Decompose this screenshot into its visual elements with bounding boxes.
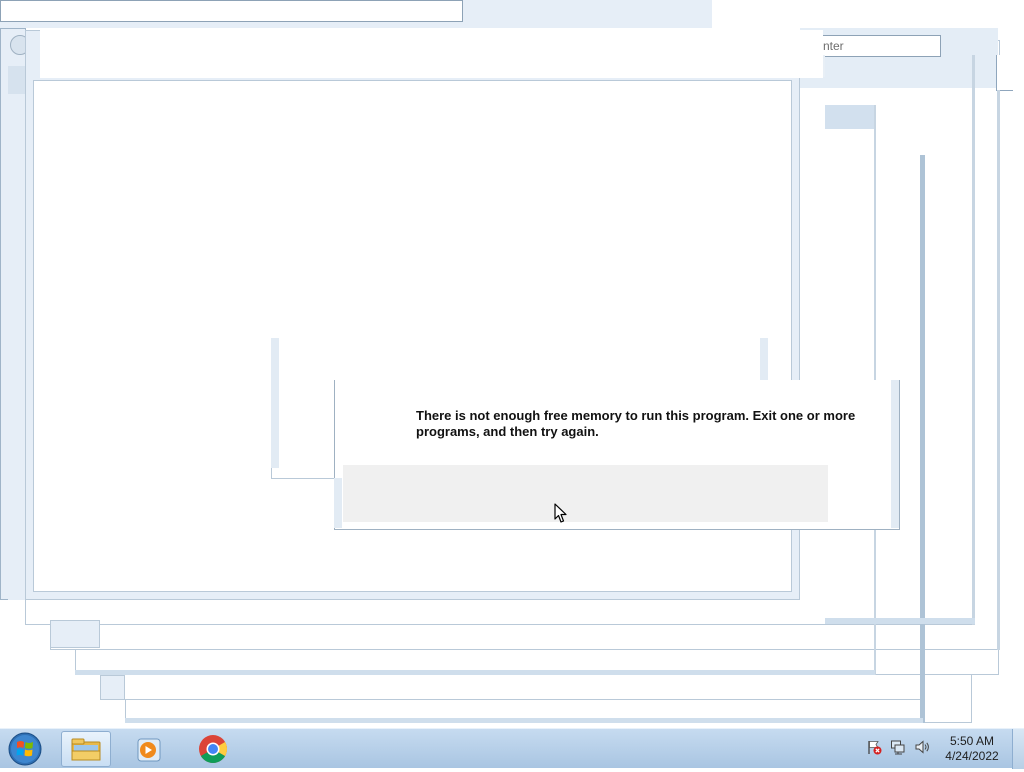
window-outer-left: [0, 28, 26, 600]
mouse-cursor-icon: [554, 503, 567, 523]
window-edge-bottom-1: [125, 718, 923, 723]
inner-pane-edge-left: [271, 338, 279, 468]
taskbar-button-media-player[interactable]: [125, 731, 173, 767]
show-desktop-button[interactable]: [1012, 729, 1024, 769]
window-fragment-3: [8, 540, 25, 600]
address-bar[interactable]: [0, 0, 463, 22]
window-fragment-2: [100, 675, 125, 700]
system-clock[interactable]: 5:50 AM 4/24/2022: [930, 734, 1014, 764]
window-frame-right: [996, 55, 1013, 91]
dialog-edge-left: [334, 478, 342, 528]
windows-orb-icon[interactable]: [6, 731, 44, 767]
action-center-flag-icon[interactable]: [866, 739, 882, 755]
volume-icon[interactable]: [914, 739, 930, 755]
taskbar: 5:50 AM 4/24/2022: [0, 728, 1024, 769]
desktop: nter There is not enough free memory to …: [0, 0, 1024, 728]
folder-icon: [71, 738, 101, 761]
media-player-icon: [137, 738, 161, 762]
main-window-titlebar: [40, 30, 823, 78]
clock-date: 4/24/2022: [945, 749, 999, 763]
error-message-text: There is not enough free memory to run t…: [416, 408, 856, 439]
clock-time: 5:50 AM: [949, 734, 995, 748]
search-input[interactable]: nter: [818, 35, 941, 57]
chrome-icon: [199, 735, 227, 763]
taskbar-button-chrome[interactable]: [189, 731, 237, 767]
taskbar-button-file-explorer[interactable]: [61, 731, 111, 767]
dialog-edge-right: [891, 380, 899, 528]
network-icon[interactable]: [890, 739, 906, 755]
window-edge-right-2: [920, 155, 925, 723]
window-edge-right-3: [972, 55, 975, 625]
window-header-band: [825, 105, 875, 129]
window-fragment-1: [50, 620, 100, 648]
window-edge-bottom-2: [75, 670, 875, 675]
window-edge-right-4: [997, 90, 1000, 650]
window-edge-bottom-3: [825, 618, 975, 624]
dialog-button-area: [343, 465, 828, 522]
